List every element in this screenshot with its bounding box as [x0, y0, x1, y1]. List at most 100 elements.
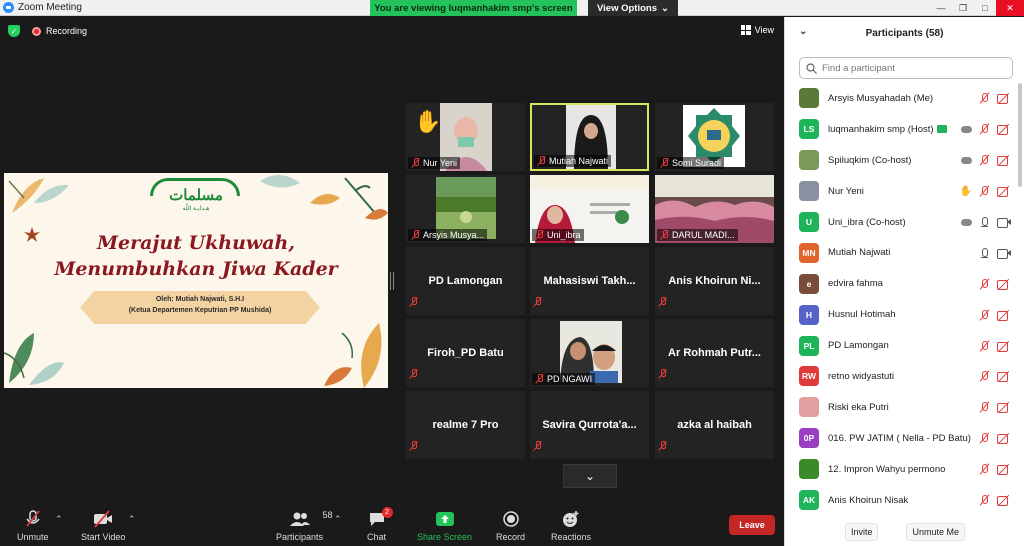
participant-row[interactable]: H Husnul Hotimah — [785, 299, 1015, 330]
microphone-muted-icon — [658, 366, 667, 384]
shared-screen[interactable]: مسلمات هـدايـة اللّه Merajut Ukhuwah, Me… — [4, 173, 388, 388]
video-off-icon — [997, 495, 1011, 507]
participant-row[interactable]: Nur Yeni ✋ — [785, 176, 1015, 207]
participant-row[interactable]: e edvira fahma — [785, 268, 1015, 299]
microphone-muted-icon[interactable] — [979, 92, 990, 104]
audio-options-caret-icon[interactable]: ⌃ — [55, 514, 63, 525]
split-divider-handle[interactable] — [390, 272, 394, 290]
close-icon[interactable]: ✕ — [996, 0, 1024, 16]
participants-caret-icon[interactable]: ⌃ — [334, 514, 342, 525]
recording-indicator[interactable]: Recording — [32, 26, 87, 36]
video-tile[interactable]: realme 7 Pro — [406, 391, 525, 459]
microphone-icon[interactable] — [979, 216, 990, 228]
microphone-muted-icon[interactable] — [979, 494, 990, 506]
tile-name-label: Mutiah Najwati — [534, 155, 612, 167]
microphone-muted-icon — [660, 158, 669, 168]
participant-name-text: PD Lamongan — [828, 340, 889, 352]
leave-button[interactable]: Leave — [729, 515, 775, 535]
tile-name-label: Arsyis Musya... — [408, 229, 488, 241]
participant-row[interactable]: MN Mutiah Najwati — [785, 237, 1015, 268]
participant-row[interactable]: Riski eka Putri — [785, 392, 1015, 423]
microphone-muted-icon[interactable] — [979, 309, 990, 321]
shield-icon[interactable]: ✓ — [8, 25, 20, 37]
participant-list-scrollbar[interactable] — [1018, 83, 1022, 187]
microphone-muted-icon[interactable] — [979, 432, 990, 444]
participant-row[interactable]: PL PD Lamongan — [785, 330, 1015, 361]
reactions-button[interactable]: Reactions — [551, 510, 591, 542]
video-tile[interactable]: Firoh_PD Batu — [406, 319, 525, 387]
video-tile[interactable]: Somi Suradi — [655, 103, 774, 171]
tile-name: Somi Suradi — [672, 158, 722, 168]
participant-row[interactable]: Spiluqkim (Co-host) — [785, 145, 1015, 176]
microphone-muted-icon[interactable] — [979, 278, 990, 290]
start-video-label: Start Video — [81, 532, 126, 542]
video-tile[interactable]: Mahasiswi Takh... — [530, 247, 649, 315]
avatar-initials: PL — [803, 340, 815, 351]
unmute-me-button[interactable]: Unmute Me — [906, 522, 966, 541]
video-tile[interactable]: Savira Qurrota'a... — [530, 391, 649, 459]
microphone-muted-icon — [658, 294, 667, 312]
participant-status-icons — [979, 92, 1011, 105]
video-tile[interactable]: PD NGAWI — [530, 319, 649, 387]
participant-row[interactable]: AK Anis Khoirun Nisak — [785, 485, 1015, 516]
minimize-icon[interactable]: — — [930, 0, 952, 16]
host-screen-share-icon — [936, 125, 947, 134]
participant-name: Husnul Hotimah — [828, 309, 896, 320]
video-off-icon — [997, 124, 1011, 136]
cloud-recording-icon — [961, 125, 972, 133]
start-video-button[interactable]: Start Video — [81, 510, 125, 542]
video-tile[interactable]: Ar Rohmah Putr... — [655, 319, 774, 387]
participant-name-text: edvira fahma — [828, 278, 883, 290]
participant-row[interactable]: U Uni_ibra (Co-host) — [785, 207, 1015, 238]
participant-name-text: Arsyis Musyahadah (Me) — [828, 92, 934, 104]
microphone-muted-icon[interactable] — [979, 401, 990, 413]
participant-row[interactable]: RW retno widyastuti — [785, 361, 1015, 392]
participant-row[interactable]: 12. Impron Wahyu permono — [785, 454, 1015, 485]
participants-button[interactable]: 58 Participants — [276, 510, 333, 542]
share-screen-button[interactable]: Share Screen — [417, 510, 472, 542]
microphone-icon[interactable] — [979, 247, 990, 259]
maximize-icon[interactable]: □ — [974, 0, 996, 16]
video-tile[interactable]: Uni_ibra — [530, 175, 649, 243]
leaf-decoration-icon — [324, 323, 382, 388]
microphone-muted-icon[interactable] — [979, 370, 990, 382]
video-tile[interactable]: Arsyis Musya... — [406, 175, 525, 243]
participant-row[interactable]: LS luqmanhakim smp (Host) — [785, 114, 1015, 145]
video-tile[interactable]: azka al haibah — [655, 391, 774, 459]
window-controls: — ❐ □ ✕ — [930, 0, 1024, 16]
chat-button[interactable]: 2 Chat — [367, 507, 393, 542]
video-tile[interactable]: ✋ Nur Yeni — [406, 103, 525, 171]
tile-name: Anis Khoirun Ni... — [668, 275, 761, 287]
chevron-down-icon: ⌄ — [661, 2, 669, 14]
microphone-muted-icon[interactable] — [979, 185, 990, 197]
microphone-muted-icon — [24, 510, 42, 528]
participant-name-text: 12. Impron Wahyu permono — [828, 463, 946, 475]
gallery-scroll-down-button[interactable]: ⌄ — [563, 464, 617, 488]
participant-status-icons — [979, 370, 1011, 383]
microphone-muted-icon[interactable] — [979, 154, 990, 166]
chevron-down-icon[interactable]: ⌄ — [799, 26, 807, 37]
participant-row[interactable]: 0P 016. PW JATIM ( Nella - PD Batu) — [785, 423, 1015, 454]
video-tile[interactable]: PD Lamongan — [406, 247, 525, 315]
participant-row[interactable]: Arsyis Musyahadah (Me) — [785, 83, 1015, 114]
video-tile[interactable]: DARUL MADI... — [655, 175, 774, 243]
invite-button[interactable]: Invite — [844, 522, 879, 541]
microphone-muted-icon[interactable] — [979, 123, 990, 135]
search-input[interactable] — [822, 62, 1002, 74]
restore-icon[interactable]: ❐ — [952, 0, 974, 16]
microphone-muted-icon[interactable] — [979, 340, 990, 352]
avatar — [799, 150, 819, 171]
video-tile[interactable]: Mutiah Najwati — [530, 103, 649, 171]
avatar: H — [799, 304, 819, 325]
record-button[interactable]: Record — [496, 510, 525, 542]
video-options-caret-icon[interactable]: ⌃ — [128, 514, 136, 525]
avatar: 0P — [799, 428, 819, 449]
microphone-muted-icon[interactable] — [979, 463, 990, 475]
participant-search[interactable] — [799, 57, 1013, 79]
view-layout-button[interactable]: View — [740, 25, 774, 35]
view-options-button[interactable]: View Options ⌄ — [588, 0, 678, 16]
unmute-button[interactable]: Unmute — [17, 510, 49, 542]
microphone-muted-icon — [535, 374, 544, 384]
avatar-initials: U — [805, 217, 813, 227]
video-tile[interactable]: Anis Khoirun Ni... — [655, 247, 774, 315]
